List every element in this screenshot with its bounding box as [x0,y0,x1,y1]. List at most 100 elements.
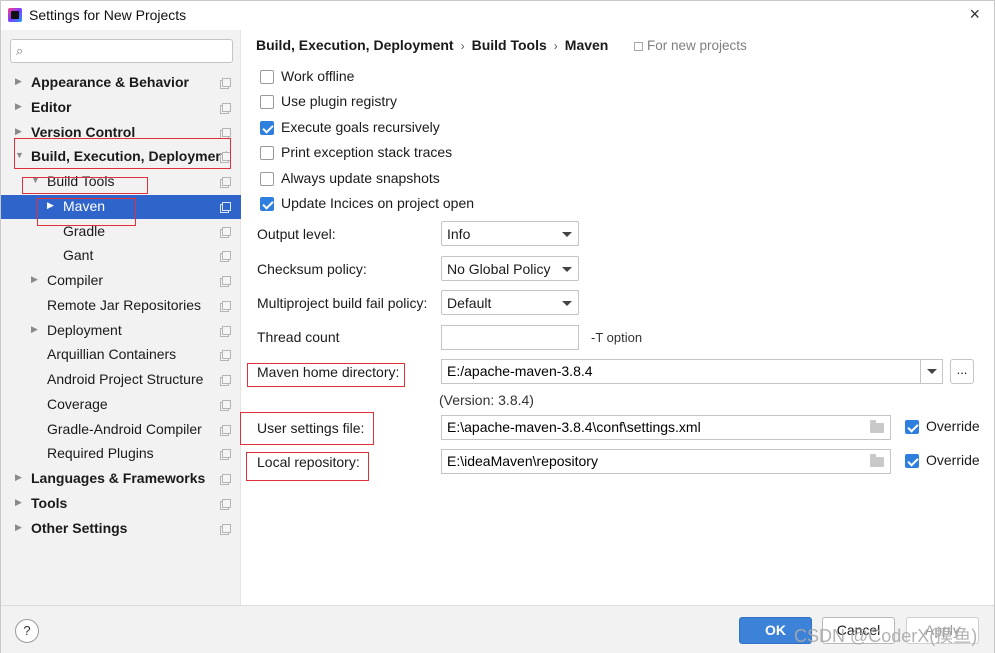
tree-item[interactable]: ▶ Editor [1,96,241,121]
tree-item[interactable]: Arquillian Containers [1,343,241,368]
browse-maven-home-button[interactable]: ... [950,359,974,384]
project-scope-icon [220,201,231,213]
tree-item[interactable]: Android Project Structure [1,368,241,393]
breadcrumb-item[interactable]: Build Tools [472,37,547,53]
breadcrumb-item[interactable]: Build, Execution, Deployment [256,37,454,53]
project-scope-icon [220,152,231,164]
expand-arrow-right-icon[interactable]: ▶ [47,200,54,211]
tree-item[interactable]: ▶ Appearance & Behavior [1,71,241,96]
checkbox-label: Execute goals recursively [281,119,440,135]
scope-note: For new projects [634,38,747,53]
thread-count-label: Thread count [257,329,340,345]
tree-item[interactable]: Required Plugins [1,442,241,467]
project-scope-icon [220,102,231,114]
project-scope-icon [220,226,231,238]
expand-arrow-right-icon[interactable]: ▶ [15,76,22,87]
breadcrumb: Build, Execution, Deployment › Build Tools… [256,37,608,53]
tree-item[interactable]: Coverage [1,393,241,418]
tree-item[interactable]: ▶ Languages & Frameworks [1,467,241,492]
folder-icon[interactable] [870,454,884,467]
apply-button[interactable]: Apply [906,617,979,644]
expand-arrow-down-icon[interactable]: ▼ [31,175,40,185]
maven-version-text: (Version: 3.8.4) [439,392,534,408]
tree-item[interactable]: Remote Jar Repositories [1,294,241,319]
override-label: Override [926,418,980,434]
tree-item-label: Arquillian Containers [47,346,177,363]
multiproject-policy-select[interactable]: Default [441,290,579,315]
expand-arrow-right-icon[interactable]: ▶ [15,497,22,508]
user-settings-input[interactable] [447,419,862,435]
search-icon: ⌕ [16,43,24,58]
expand-arrow-right-icon[interactable]: ▶ [15,522,22,533]
folder-icon[interactable] [870,420,884,433]
search-box[interactable]: ⌕ [10,39,233,63]
maven-home-combo[interactable] [441,359,943,384]
checkbox-box[interactable] [260,197,274,211]
cancel-button[interactable]: Cancel [822,617,895,644]
checkbox-box[interactable] [260,146,274,160]
maven-home-input[interactable] [447,363,917,379]
tree-item[interactable]: ▶ Other Settings [1,517,241,542]
tree-item[interactable]: Gradle-Android Compiler [1,418,241,443]
project-scope-icon [220,424,231,436]
user-settings-field[interactable] [441,415,891,440]
tree-item[interactable]: ▶ Deployment [1,319,241,344]
tree-item[interactable]: ▶ Maven [1,194,241,220]
tree-item-label: Other Settings [31,519,128,536]
checkbox-box[interactable] [260,121,274,135]
project-scope-icon [220,399,231,411]
checkbox-box[interactable] [260,70,274,84]
checksum-policy-select[interactable]: No Global Policy [441,256,579,281]
settings-dialog: Settings for New Projects × ⌕ ▶ Appearanc… [0,0,995,653]
expand-arrow-right-icon[interactable]: ▶ [31,324,38,335]
project-scope-icon [220,276,231,287]
project-scope-icon [220,474,231,485]
expand-arrow-right-icon[interactable]: ▶ [15,101,22,112]
tree-item[interactable]: Gradle [1,220,241,245]
checkbox-label: Work offline [281,68,355,84]
output-level-select[interactable]: Info [441,221,579,246]
expand-arrow-down-icon[interactable]: ▼ [15,150,24,160]
checkbox-box[interactable] [260,95,274,109]
tree-item[interactable]: ▼ Build Tools [1,170,241,195]
search-input[interactable] [35,41,225,61]
breadcrumb-separator: › [460,39,465,53]
checkbox-box[interactable] [905,454,919,468]
project-scope-icon [220,325,231,337]
project-scope-icon [220,350,231,362]
override-label: Override [926,452,980,468]
checksum-policy-value: No Global Policy [447,261,551,277]
local-repository-input[interactable] [447,453,862,469]
checkbox-box[interactable] [260,172,274,186]
project-scope-icon [220,498,231,510]
tree-item-label: Compiler [47,272,104,288]
tree-item-label: Deployment [47,321,122,338]
tree-item[interactable]: ▶ Tools [1,492,241,517]
checkbox-box[interactable] [905,420,919,434]
local-repository-field[interactable] [441,449,891,474]
expand-arrow-right-icon[interactable]: ▶ [15,126,22,137]
tree-item[interactable]: ▼ Build, Execution, Deployment [1,145,241,170]
chevron-down-icon [562,267,572,272]
breadcrumb-item: Maven [564,37,609,53]
expand-arrow-right-icon[interactable]: ▶ [31,274,38,285]
output-level-label: Output level: [257,226,336,242]
tree-item[interactable]: Gant [1,244,241,269]
title-bar: Settings for New Projects × [1,1,994,30]
tree-item-label: Remote Jar Repositories [47,296,202,313]
intellij-logo-icon [8,8,22,22]
tree-item-label: Editor [31,98,72,115]
tree-item-label: Gradle-Android Compiler [47,420,202,437]
help-button[interactable]: ? [15,619,39,643]
tree-item[interactable]: ▶ Version Control [1,121,241,146]
thread-count-field[interactable] [441,325,579,350]
maven-home-label: Maven home directory: [257,364,400,380]
expand-arrow-right-icon[interactable]: ▶ [15,472,22,483]
tree-item-label: Build Tools [47,173,115,189]
thread-count-input[interactable] [447,329,572,345]
ok-button[interactable]: OK [739,617,812,644]
tree-item[interactable]: ▶ Compiler [1,269,241,294]
chevron-down-icon[interactable] [920,360,942,383]
close-icon[interactable]: × [969,4,980,25]
user-settings-label: User settings file: [257,420,365,436]
